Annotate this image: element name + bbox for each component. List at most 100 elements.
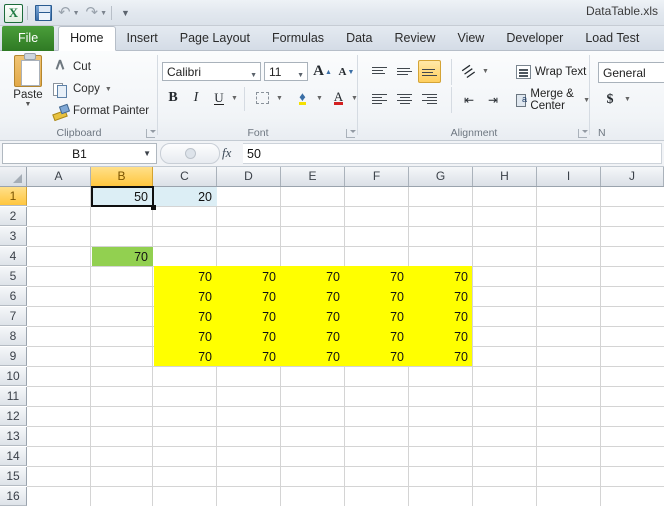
cell-D5[interactable]: 70 [218,267,280,287]
cell-C8[interactable]: 70 [154,327,216,347]
cell-F5[interactable]: 70 [346,267,408,287]
cell-C1[interactable]: 20 [154,187,216,207]
fill-handle[interactable] [151,205,156,210]
cell-F9[interactable]: 70 [346,347,408,367]
borders-button[interactable] [252,88,273,108]
cell-G9[interactable]: 70 [410,347,472,367]
cell-C5[interactable]: 70 [154,267,216,287]
row-header-2[interactable]: 2 [0,207,27,226]
cell-D7[interactable]: 70 [218,307,280,327]
cell-G6[interactable]: 70 [410,287,472,307]
row-header-11[interactable]: 11 [0,387,27,406]
cell-C7[interactable]: 70 [154,307,216,327]
cut-button[interactable]: Cut [52,58,91,76]
top-align-button[interactable] [368,61,390,82]
cell-D9[interactable]: 70 [218,347,280,367]
tab-load-test[interactable]: Load Test [574,26,650,51]
tab-insert[interactable]: Insert [116,26,169,51]
row-header-10[interactable]: 10 [0,367,27,386]
fill-color-button[interactable]: ♦ [292,87,313,109]
grow-font-button[interactable]: A ▲ [312,61,333,82]
row-header-6[interactable]: 6 [0,287,27,306]
col-header-F[interactable]: F [345,167,409,186]
formula-input[interactable]: 50 [243,143,662,164]
row-header-16[interactable]: 16 [0,487,27,506]
tab-review[interactable]: Review [383,26,446,51]
merge-center-button[interactable]: Merge & Center ▼ [516,90,590,110]
align-right-button[interactable] [418,89,440,110]
copy-dropdown-icon[interactable]: ▼ [105,86,112,93]
row-header-15[interactable]: 15 [0,467,27,486]
borders-dropdown-icon[interactable]: ▼ [276,95,283,102]
clipboard-dialog-launcher-icon[interactable] [146,129,155,138]
row-header-13[interactable]: 13 [0,427,27,446]
decrease-indent-button[interactable]: ⇤ [458,89,480,110]
row-header-3[interactable]: 3 [0,227,27,246]
col-header-G[interactable]: G [409,167,473,186]
font-color-button[interactable]: A [328,87,349,109]
cell-B4[interactable]: 70 [92,247,152,267]
cell-G7[interactable]: 70 [410,307,472,327]
col-header-J[interactable]: J [601,167,664,186]
cell-G5[interactable]: 70 [410,267,472,287]
bottom-align-button[interactable] [418,60,441,83]
wrap-text-button[interactable]: Wrap Text [516,62,586,82]
cell-G8[interactable]: 70 [410,327,472,347]
cell-D8[interactable]: 70 [218,327,280,347]
font-dialog-launcher-icon[interactable] [346,129,355,138]
middle-align-button[interactable] [393,61,415,82]
row-header-7[interactable]: 7 [0,307,27,326]
cell-E8[interactable]: 70 [282,327,344,347]
cell-E7[interactable]: 70 [282,307,344,327]
font-size-input[interactable]: 11 ▼ [264,62,308,81]
row-header-9[interactable]: 9 [0,347,27,366]
align-left-button[interactable] [368,89,390,110]
row-header-5[interactable]: 5 [0,267,27,286]
row-header-14[interactable]: 14 [0,447,27,466]
cell-C6[interactable]: 70 [154,287,216,307]
cell-E5[interactable]: 70 [282,267,344,287]
orientation-dropdown-icon[interactable]: ▼ [482,68,489,75]
row-header-8[interactable]: 8 [0,327,27,346]
row-header-12[interactable]: 12 [0,407,27,426]
currency-dropdown-icon[interactable]: ▼ [624,96,631,103]
col-header-A[interactable]: A [27,167,91,186]
col-header-B[interactable]: B [91,167,153,186]
row-header-4[interactable]: 4 [0,247,27,266]
tab-formulas[interactable]: Formulas [261,26,335,51]
font-name-input[interactable]: Calibri ▼ [162,62,261,81]
cell-B1[interactable]: 50 [92,187,152,207]
cell-C9[interactable]: 70 [154,347,216,367]
paste-dropdown-icon[interactable]: ▼ [6,101,50,108]
format-painter-button[interactable]: Format Painter [52,102,149,120]
col-header-D[interactable]: D [217,167,281,186]
tab-view[interactable]: View [446,26,495,51]
cell-F6[interactable]: 70 [346,287,408,307]
select-all-corner-icon[interactable] [0,167,27,186]
increase-indent-button[interactable]: ⇥ [482,89,504,110]
col-header-H[interactable]: H [473,167,537,186]
number-format-select[interactable]: General [598,62,664,83]
font-name-dropdown-icon[interactable]: ▼ [250,68,257,84]
cell-F8[interactable]: 70 [346,327,408,347]
worksheet-grid[interactable]: A B C D E F G H I J 1 2 3 4 5 6 7 8 9 10… [0,167,664,506]
col-header-C[interactable]: C [153,167,217,186]
underline-dropdown-icon[interactable]: ▼ [231,95,238,102]
row-header-1[interactable]: 1 [0,187,27,206]
name-box-dropdown-icon[interactable]: ▼ [143,144,151,164]
formula-bar-buttons[interactable] [160,143,220,164]
orientation-button[interactable]: ☰ [458,61,480,82]
name-box[interactable]: B1 ▼ [2,143,157,164]
col-header-E[interactable]: E [281,167,345,186]
cell-E9[interactable]: 70 [282,347,344,367]
fill-color-dropdown-icon[interactable]: ▼ [316,95,323,102]
italic-button[interactable]: I [186,88,206,108]
tab-developer[interactable]: Developer [495,26,574,51]
cancel-entry-icon[interactable] [185,148,196,159]
tab-data[interactable]: Data [335,26,383,51]
copy-button[interactable]: Copy ▼ [52,80,112,98]
cell-D6[interactable]: 70 [218,287,280,307]
shrink-font-button[interactable]: A ▼ [336,61,357,82]
font-size-dropdown-icon[interactable]: ▼ [297,68,304,84]
alignment-dialog-launcher-icon[interactable] [578,129,587,138]
